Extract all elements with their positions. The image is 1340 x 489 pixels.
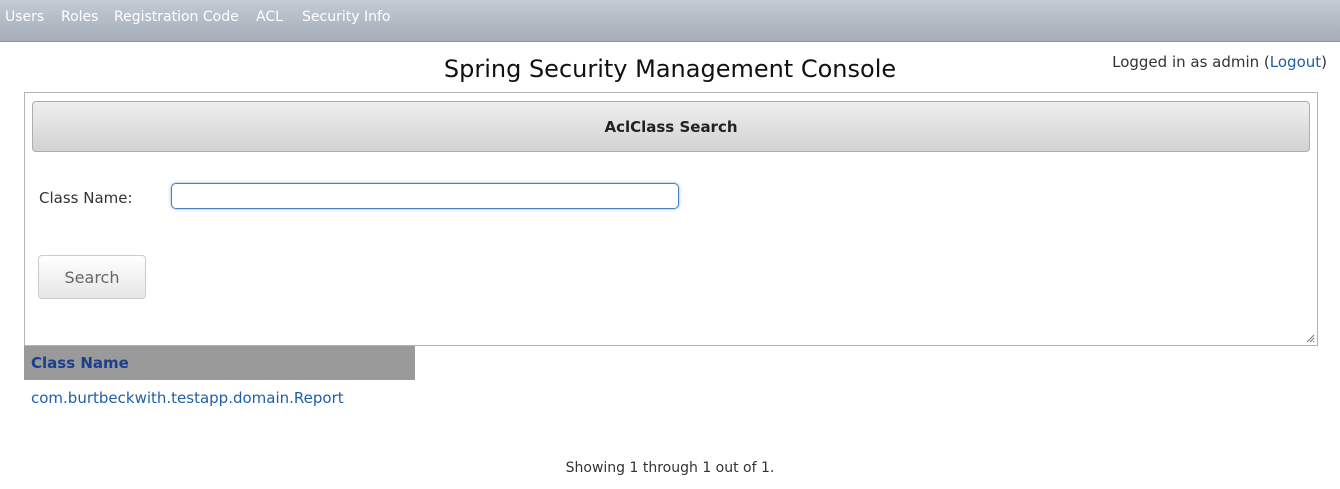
login-status: Logged in as admin (Logout) [1112, 53, 1327, 71]
login-status-text: Logged in as admin ( [1112, 53, 1270, 71]
login-status-suffix: ) [1321, 53, 1327, 71]
class-name-input[interactable] [171, 183, 679, 209]
search-panel: AclClass Search Class Name: Search [24, 92, 1318, 346]
search-button[interactable]: Search [38, 255, 146, 299]
class-name-label: Class Name: [39, 189, 133, 207]
search-panel-header: AclClass Search [32, 101, 1310, 152]
paging-status: Showing 1 through 1 out of 1. [565, 460, 775, 476]
result-row-link[interactable]: com.burtbeckwith.testapp.domain.Report [31, 389, 344, 407]
resize-handle-icon[interactable] [1306, 334, 1315, 343]
menu-item-acl[interactable]: ACL [256, 9, 283, 25]
menu-item-users[interactable]: Users [5, 9, 44, 25]
top-menu-bar: Users Roles Registration Code ACL Securi… [0, 0, 1340, 42]
menu-item-roles[interactable]: Roles [61, 9, 98, 25]
menu-item-security-info[interactable]: Security Info [302, 9, 390, 25]
results-column-header-class-name[interactable]: Class Name [24, 346, 415, 380]
menu-item-registration-code[interactable]: Registration Code [114, 9, 239, 25]
logout-link[interactable]: Logout [1270, 53, 1321, 71]
